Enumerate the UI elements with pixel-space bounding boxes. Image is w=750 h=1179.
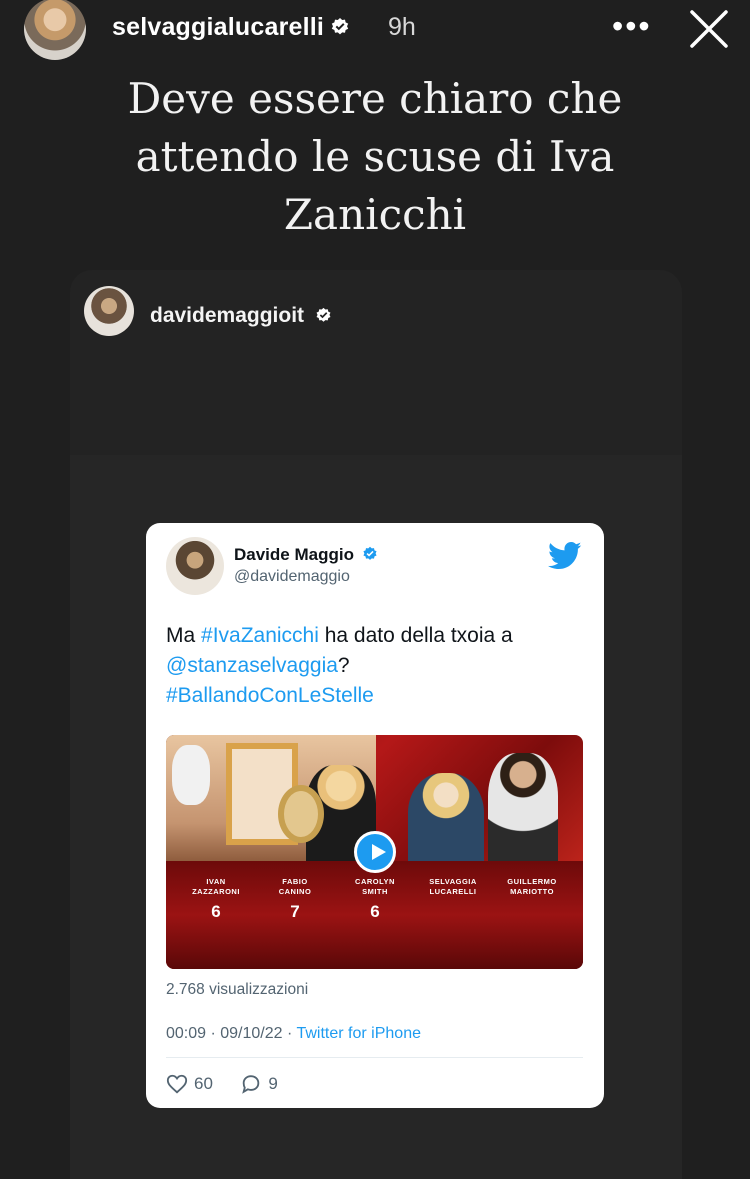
tweet-view-count: 2.768 visualizzazioni	[166, 981, 309, 998]
judge-score: GUILLERMO MARIOTTO	[492, 877, 572, 902]
judge-name-line1: SELVAGGIA	[429, 877, 477, 886]
tweet-actions: 60 9	[166, 1073, 278, 1095]
story-caption: Deve essere chiaro che attendo le scuse …	[127, 74, 623, 239]
play-icon[interactable]	[354, 831, 396, 873]
twitter-verified-icon	[363, 546, 377, 560]
tweet-text-prefix: Ma	[166, 624, 202, 647]
story-author-username[interactable]: selvaggialucarelli	[112, 13, 350, 42]
judge-score-value: 7	[290, 902, 300, 921]
judge-name-line2: SMITH	[362, 887, 388, 896]
shared-post-avatar[interactable]	[84, 286, 134, 336]
close-icon[interactable]	[686, 6, 732, 52]
heart-icon[interactable]	[166, 1073, 188, 1095]
story-author-name[interactable]: selvaggialucarelli	[112, 13, 324, 41]
mention-link[interactable]: @stanzaselvaggia	[166, 654, 338, 677]
twitter-bird-icon	[548, 541, 582, 570]
hashtag-link[interactable]: #IvaZanicchi	[201, 624, 319, 647]
hashtag-link[interactable]: #BallandoConLeStelle	[166, 684, 374, 707]
video-frame-flowers	[172, 745, 210, 805]
verified-badge-icon	[316, 307, 331, 322]
judge-name-line1: CAROLYN	[355, 877, 395, 886]
tweet-author-name[interactable]: Davide Maggio	[234, 545, 378, 565]
tweet-text-middle: ha dato della txoia a	[318, 624, 513, 647]
story-author-avatar[interactable]	[24, 0, 86, 60]
shared-post-username[interactable]: davidemaggioit	[150, 304, 332, 328]
judge-score-value: 6	[211, 902, 221, 921]
judge-name-line1: GUILLERMO	[507, 877, 557, 886]
judge-name-line2: ZAZZARONI	[192, 887, 240, 896]
judge-name-line1: IVAN	[206, 877, 226, 886]
story-header: selvaggialucarelli 9h •••	[0, 0, 750, 60]
judge-name-line2: LUCARELLI	[429, 887, 477, 896]
tweet-card[interactable]: Davide Maggio @davidemaggio Ma #IvaZanic…	[146, 523, 604, 1108]
like-count: 60	[194, 1074, 213, 1093]
tweet-text: Ma #IvaZanicchi ha dato della txoia a @s…	[166, 621, 586, 711]
tweet-timestamp[interactable]: 00:09 · 09/10/22	[166, 1025, 283, 1042]
judge-score: FABIO CANINO 7	[255, 877, 335, 922]
tweet-video-thumbnail[interactable]: IVAN ZAZZARONI 6 FABIO CANINO 7 CAROLYN …	[166, 735, 583, 969]
judge-score: SELVAGGIA LUCARELLI	[413, 877, 493, 902]
video-frame-person	[408, 773, 484, 861]
tweet-author-handle[interactable]: @davidemaggio	[234, 568, 350, 586]
reply-icon[interactable]	[240, 1073, 262, 1095]
judge-score: CAROLYN SMITH 6	[335, 877, 415, 922]
video-frame-person	[488, 753, 558, 861]
shared-post-username-text[interactable]: davidemaggioit	[150, 304, 304, 327]
judge-name-line2: CANINO	[278, 887, 312, 896]
tweet-author-name-text[interactable]: Davide Maggio	[234, 545, 354, 564]
story-timestamp: 9h	[388, 13, 416, 41]
more-options-icon[interactable]: •••	[612, 8, 652, 45]
tweet-text-question: ?	[337, 654, 350, 677]
tweet-source-link[interactable]: Twitter for iPhone	[296, 1025, 421, 1042]
reply-count: 9	[268, 1074, 278, 1093]
judge-score-value: 6	[370, 902, 380, 921]
divider	[166, 1057, 583, 1058]
judge-score: IVAN ZAZZARONI 6	[176, 877, 256, 922]
video-frame-mirror	[278, 785, 324, 843]
tweet-author-avatar[interactable]	[166, 537, 224, 595]
verified-badge-icon	[331, 18, 349, 35]
tweet-metadata: 00:09 · 09/10/22 · Twitter for iPhone	[166, 1025, 421, 1043]
judge-name-line2: MARIOTTO	[510, 887, 554, 896]
judge-name-line1: FABIO	[282, 877, 308, 886]
